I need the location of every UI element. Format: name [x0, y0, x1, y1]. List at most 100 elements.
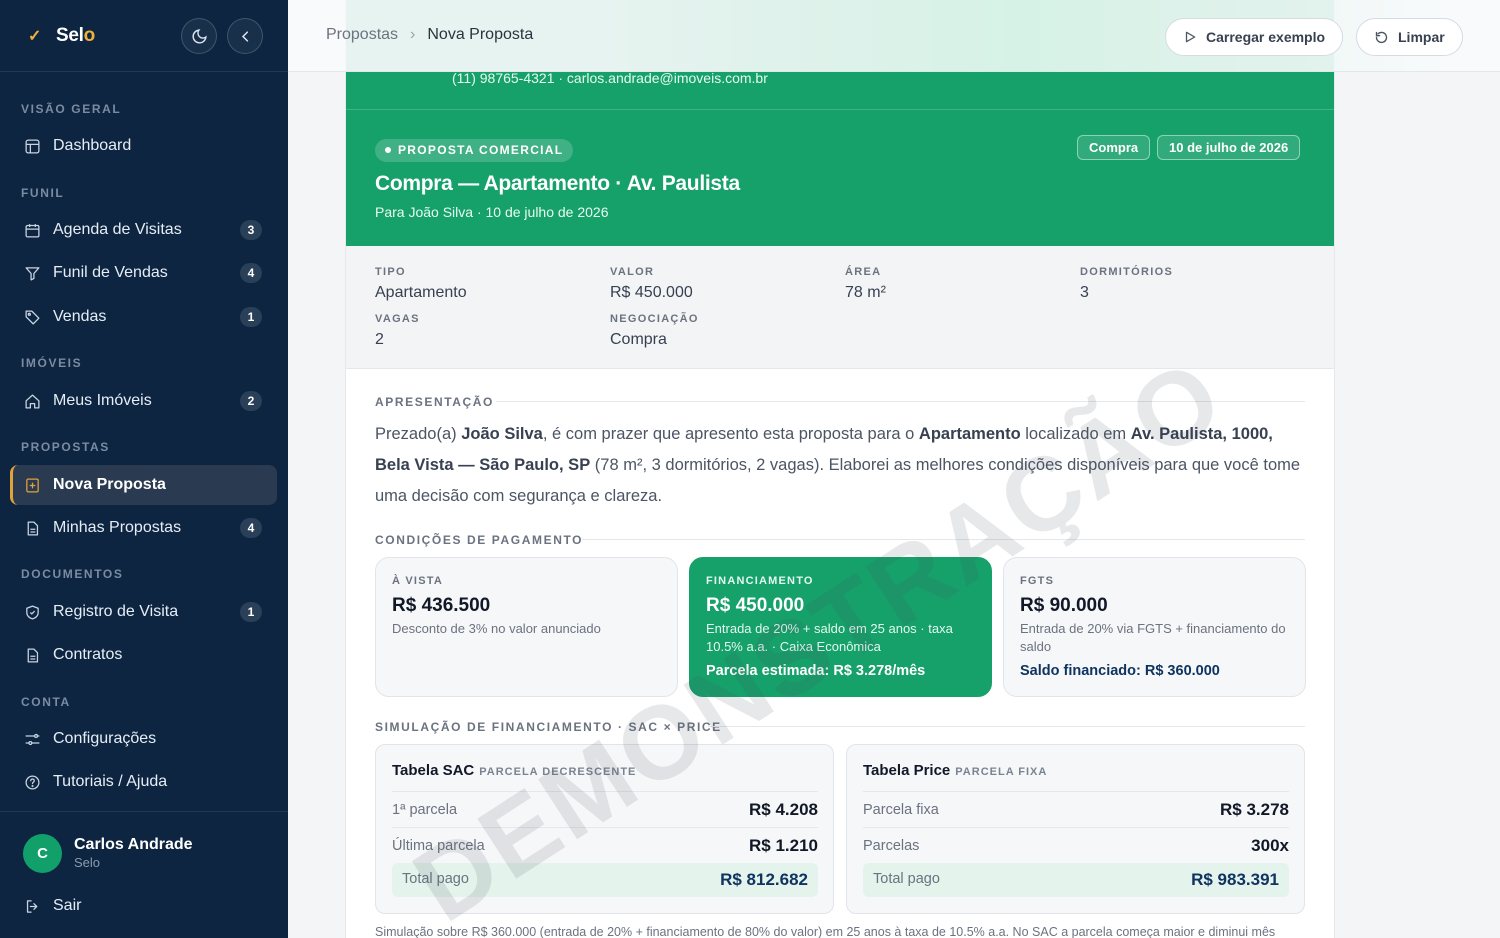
sidebar-item-nova-proposta[interactable]: Nova Proposta: [10, 465, 277, 505]
proposal-subtitle: Para João Silva · 10 de julho de 2026: [375, 204, 609, 220]
user-name: Carlos Andrade: [74, 836, 193, 853]
sidebar-item-meus-imoveis[interactable]: Meus Imóveis 2: [10, 381, 277, 421]
load-example-button[interactable]: Carregar exemplo: [1165, 18, 1344, 56]
logout-icon: [26, 900, 38, 913]
plus-doc-icon: [26, 478, 39, 493]
payment-key: FGTS: [1020, 575, 1055, 587]
dot-icon: [385, 146, 391, 153]
sidebar-item-tutoriais[interactable]: Tutoriais / Ajuda: [10, 762, 277, 802]
brand-logo[interactable]: Selo: [56, 25, 95, 47]
total-value: R$ 983.391: [1191, 870, 1279, 889]
sidebar-item-dashboard[interactable]: Dashboard: [10, 126, 277, 166]
payment-desc: Desconto de 3% no valor anunciado: [392, 621, 601, 636]
payment-extra: Parcela estimada: R$ 3.278/mês: [706, 663, 926, 679]
topbar: Propostas › Nova Proposta Carregar exemplo…: [288, 0, 1500, 72]
fact-value: 2: [375, 331, 384, 348]
count-badge: 1: [240, 602, 262, 622]
sidebar: ✓ Selo VISÃO GERAL Dashboard FUNIL Agend…: [0, 0, 288, 938]
proposal-hero: PROPOSTA COMERCIAL Compra 10 de julho de…: [346, 110, 1334, 246]
sidebar-item-configuracoes[interactable]: Configurações: [10, 719, 277, 759]
sidebar-item-label: Meus Imóveis: [53, 392, 152, 409]
proposal-tag-label: PROPOSTA COMERCIAL: [398, 143, 564, 157]
document-icon: [27, 521, 39, 536]
table-row: Última parcela R$ 1.210: [392, 827, 818, 863]
sidebar-item-label: Minhas Propostas: [53, 519, 182, 536]
sidebar-item-label: Tutoriais / Ajuda: [53, 773, 168, 790]
fact-value: Apartamento: [375, 284, 467, 301]
table-subtitle: PARCELA FIXA: [955, 766, 1048, 778]
breadcrumb-parent[interactable]: Propostas: [326, 26, 398, 43]
row-value: 300x: [1251, 836, 1289, 855]
price-table: Tabela Price PARCELA FIXA Parcela fixa R$ …: [846, 744, 1305, 914]
fact-value: Compra: [610, 331, 667, 348]
sidebar-item-label: Dashboard: [53, 137, 132, 154]
sidebar-item-label: Nova Proposta: [53, 476, 166, 493]
total-row: Total pago R$ 983.391: [863, 863, 1289, 897]
table-title: Tabela Price PARCELA FIXA: [863, 762, 1047, 779]
payment-value: R$ 90.000: [1020, 595, 1108, 616]
payment-card-financiamento: FINANCIAMENTO R$ 450.000 Entrada de 20% …: [689, 557, 992, 697]
section-visao-geral: VISÃO GERAL: [21, 102, 122, 116]
fact-key: VALOR: [610, 266, 655, 278]
sidebar-item-minhas-propostas[interactable]: Minhas Propostas 4: [10, 508, 277, 548]
logout-button[interactable]: Sair: [10, 886, 277, 926]
calendar-icon: [25, 224, 40, 238]
divider: [708, 726, 1305, 727]
table-row: Parcela fixa R$ 3.278: [863, 791, 1289, 827]
payment-value: R$ 436.500: [392, 595, 491, 616]
date-badge: 10 de julho de 2026: [1157, 135, 1301, 160]
clear-button[interactable]: Limpar: [1356, 18, 1463, 56]
fact-key: DORMITÓRIOS: [1080, 266, 1174, 278]
fact-key: ÁREA: [845, 266, 882, 278]
count-badge: 1: [240, 307, 262, 327]
collapse-sidebar-button[interactable]: [227, 18, 263, 54]
sidebar-item-label: Registro de Visita: [53, 603, 179, 620]
text-segment: Prezado(a): [375, 425, 462, 443]
payment-desc: Entrada de 20% + saldo em 25 anos · taxa…: [706, 621, 953, 654]
divider: [0, 811, 288, 812]
logout-label: Sair: [53, 897, 82, 914]
table-row: 1ª parcela R$ 4.208: [392, 791, 818, 827]
sidebar-item-funil[interactable]: Funil de Vendas 4: [10, 253, 277, 293]
fact-value: 78 m²: [845, 284, 886, 301]
row-value: R$ 4.208: [749, 800, 818, 819]
divider: [496, 401, 1305, 402]
property-type: Apartamento: [918, 425, 1021, 443]
sidebar-item-vendas[interactable]: Vendas 1: [10, 297, 277, 337]
sidebar-item-registro-visita[interactable]: Registro de Visita 1: [10, 592, 277, 632]
count-badge: 2: [240, 391, 262, 411]
row-label: Parcelas: [863, 838, 920, 854]
client-name: João Silva: [461, 425, 543, 443]
proposal-document: (11) 98765-4321 · carlos.andrade@imoveis…: [346, 0, 1334, 938]
fact-key: NEGOCIAÇÃO: [610, 313, 699, 325]
total-value: R$ 812.682: [720, 870, 808, 889]
sidebar-item-contratos[interactable]: Contratos: [10, 635, 277, 675]
avatar[interactable]: C: [23, 834, 62, 873]
breadcrumb-current: Nova Proposta: [427, 26, 534, 43]
row-label: 1ª parcela: [392, 802, 458, 818]
breadcrumb-separator: ›: [410, 26, 416, 43]
total-label: Total pago: [873, 871, 940, 887]
row-value: R$ 3.278: [1220, 800, 1289, 819]
payment-card-fgts: FGTS R$ 90.000 Entrada de 20% via FGTS +…: [1003, 557, 1306, 697]
proposal-title: Compra — Apartamento · Av. Paulista: [375, 172, 740, 195]
presentation-text: Prezado(a) João Silva, é com prazer que …: [375, 419, 1305, 512]
table-row: Parcelas 300x: [863, 827, 1289, 863]
sidebar-item-label: Funil de Vendas: [53, 264, 168, 281]
section-propostas: PROPOSTAS: [21, 440, 110, 454]
theme-toggle-button[interactable]: [181, 18, 217, 54]
load-example-label: Carregar exemplo: [1206, 29, 1326, 45]
payment-key: FINANCIAMENTO: [706, 575, 814, 587]
fact-value: 3: [1080, 284, 1089, 301]
count-badge: 4: [240, 263, 262, 283]
sidebar-item-agenda[interactable]: Agenda de Visitas 3: [10, 210, 277, 250]
sidebar-item-label: Agenda de Visitas: [53, 221, 182, 238]
proposal-tag: PROPOSTA COMERCIAL: [375, 139, 574, 162]
payment-desc: Entrada de 20% via FGTS + financiamento …: [1020, 621, 1286, 654]
fact-value: R$ 450.000: [610, 284, 693, 301]
total-row: Total pago R$ 812.682: [392, 863, 818, 897]
section-heading: SIMULAÇÃO DE FINANCIAMENTO · SAC × PRICE: [375, 720, 722, 734]
section-heading: APRESENTAÇÃO: [375, 395, 494, 409]
section-imoveis: IMÓVEIS: [21, 356, 83, 370]
payment-card-a-vista: À VISTA R$ 436.500 Desconto de 3% no val…: [375, 557, 678, 697]
